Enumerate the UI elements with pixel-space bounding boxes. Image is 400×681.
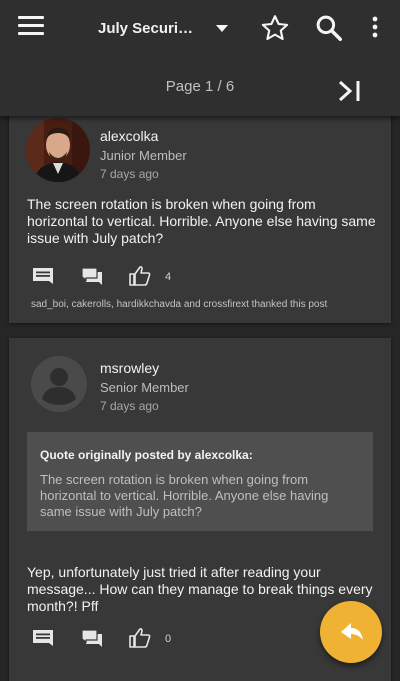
thread-title-dropdown[interactable]: July Securi… [98, 16, 238, 42]
star-outline-icon[interactable] [260, 13, 290, 43]
post-user-rank: Junior Member [100, 148, 187, 163]
search-icon[interactable] [314, 13, 344, 43]
comment-icon[interactable] [31, 266, 55, 288]
thumb-up-icon[interactable] [128, 627, 152, 649]
post-date: 7 days ago [100, 167, 159, 181]
post-date: 7 days ago [100, 399, 159, 413]
quote-body: The screen rotation is broken when going… [40, 472, 329, 519]
forum-icon[interactable] [80, 628, 104, 650]
app-bar: July Securi… [0, 0, 400, 56]
like-count: 4 [165, 271, 172, 283]
post-body: The screen rotation is broken when going… [27, 196, 376, 246]
post-user-rank: Senior Member [100, 380, 189, 395]
avatar[interactable] [26, 118, 90, 182]
post-username[interactable]: msrowley [100, 360, 159, 376]
more-vert-icon[interactable] [364, 14, 386, 42]
forum-icon[interactable] [80, 266, 104, 288]
dropdown-caret-icon [216, 25, 228, 32]
quote-block: Quote originally posted by alexcolka: Th… [27, 432, 373, 531]
post-username[interactable]: alexcolka [100, 128, 158, 144]
thumb-up-icon[interactable] [128, 265, 152, 287]
avatar[interactable] [31, 356, 87, 412]
reply-fab[interactable] [320, 601, 382, 663]
menu-icon[interactable] [18, 16, 44, 40]
like-count: 0 [165, 633, 172, 645]
thread-content: alexcolka Junior Member 7 days ago The s… [0, 116, 400, 681]
last-page-icon[interactable] [336, 78, 366, 104]
post-card: alexcolka Junior Member 7 days ago The s… [9, 116, 391, 323]
thanks-list[interactable]: sad_boi, cakerolls, hardikkchavda and cr… [31, 299, 327, 310]
quote-header: Quote originally posted by alexcolka: [40, 448, 253, 462]
comment-icon[interactable] [31, 628, 55, 650]
reply-icon [341, 623, 363, 640]
